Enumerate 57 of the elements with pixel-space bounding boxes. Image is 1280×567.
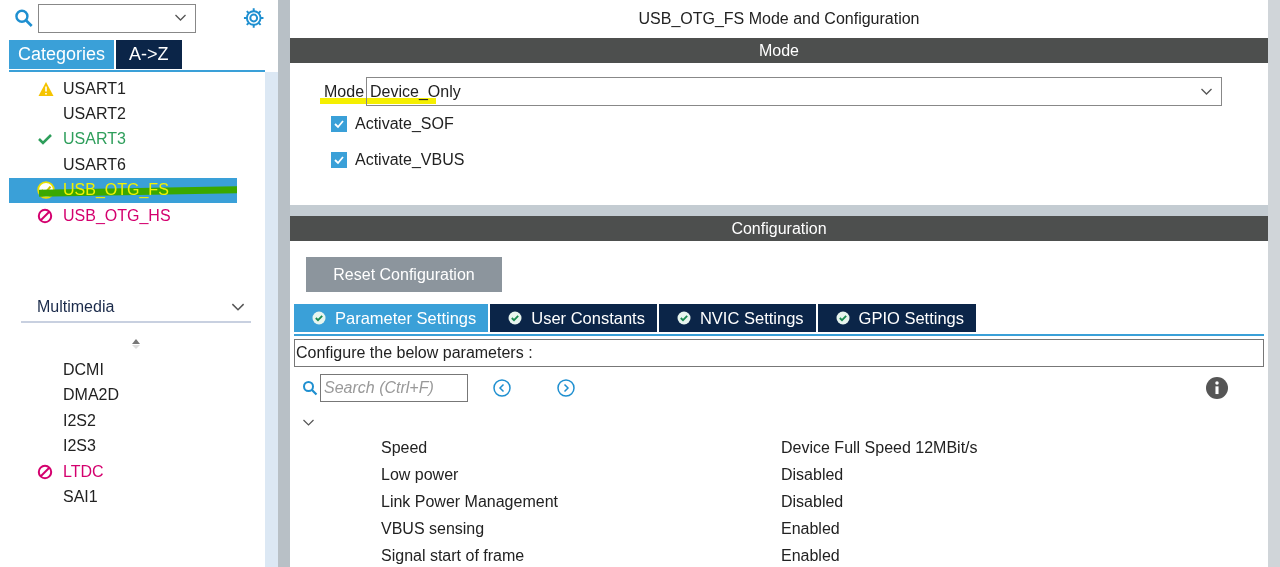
scrollbar-track[interactable] — [265, 72, 278, 567]
mode-select[interactable]: Device_Only — [366, 77, 1223, 106]
settings-tab[interactable]: NVIC Settings — [658, 304, 816, 332]
parameter-value[interactable]: Enabled — [781, 545, 1268, 567]
checkbox-label: Activate_SOF — [355, 115, 454, 133]
parameter-value[interactable]: Device Full Speed 12MBit/s — [781, 437, 1268, 459]
settings-icon[interactable] — [241, 6, 265, 30]
category-tab[interactable]: A->Z — [116, 40, 182, 69]
info-icon[interactable] — [1206, 377, 1228, 399]
scrollbar-track[interactable] — [1268, 0, 1280, 567]
search-field[interactable]: Search (Ctrl+F) — [320, 374, 468, 402]
settings-tab[interactable]: User Constants — [490, 304, 657, 332]
check-circle-icon — [508, 311, 523, 325]
check-circle-icon — [676, 311, 691, 325]
peripheral-item[interactable]: DMA2D — [9, 382, 237, 409]
settings-tab[interactable]: GPIO Settings — [817, 304, 977, 332]
peripheral-item[interactable]: LTDC — [9, 458, 237, 485]
peripheral-item[interactable]: I2S3 — [9, 433, 237, 459]
search-icon — [14, 8, 34, 28]
mode-label: Mode — [324, 82, 365, 101]
search-combo[interactable] — [37, 3, 196, 33]
peripheral-item[interactable]: USART6 — [9, 152, 237, 178]
parameter-name: Speed — [381, 438, 429, 458]
parameter-name: VBUS sensing — [381, 519, 486, 539]
peripheral-item[interactable]: I2S2 — [9, 408, 237, 434]
parameter-value[interactable]: Enabled — [781, 518, 1268, 540]
blocked-icon — [37, 463, 53, 480]
peripheral-item[interactable]: USART2 — [9, 101, 237, 127]
group-header[interactable]: Multimedia — [21, 297, 251, 324]
peripheral-item[interactable]: USART1 — [9, 76, 237, 102]
blocked-icon — [37, 207, 53, 224]
chevron-down-icon — [173, 14, 187, 22]
checkbox-label: Activate_VBUS — [355, 151, 465, 169]
parameter-name: Signal start of frame — [381, 546, 526, 566]
chevron-down-icon — [1200, 87, 1214, 96]
parameter-name: Link Power Management — [381, 492, 559, 512]
check-circle-icon — [835, 311, 850, 325]
collapse-chevron-icon[interactable] — [302, 419, 315, 427]
parameter-value[interactable]: Disabled — [781, 464, 1268, 486]
checkbox[interactable] — [331, 116, 347, 132]
section-header: Configuration — [290, 216, 1268, 241]
warning-icon — [37, 80, 55, 97]
hint-text: Configure the below parameters : — [294, 339, 1264, 367]
parameter-name: Low power — [381, 465, 460, 485]
check-circle-icon — [312, 311, 326, 325]
checkbox[interactable] — [331, 152, 347, 168]
chevron-down-icon — [231, 302, 245, 312]
panel-title: USB_OTG_FS Mode and Configuration — [637, 9, 921, 29]
previous-icon[interactable] — [492, 378, 512, 398]
search-icon — [302, 380, 318, 396]
scroll-up-icon[interactable] — [131, 338, 141, 351]
parameter-value[interactable]: Disabled — [781, 491, 1268, 513]
next-icon[interactable] — [556, 378, 576, 398]
peripheral-item[interactable]: SAI1 — [9, 484, 237, 510]
section-header: Mode — [290, 38, 1268, 63]
peripheral-item[interactable]: DCMI — [9, 357, 237, 383]
peripheral-item[interactable]: USB_OTG_HS — [9, 202, 237, 229]
